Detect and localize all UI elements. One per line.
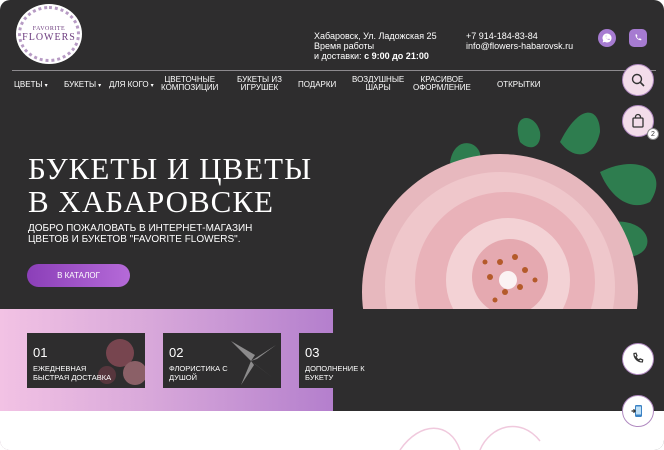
phone-link[interactable]: +7 914-184-83-84: [466, 31, 573, 41]
feature-text-line1: Ежедневная: [33, 364, 87, 373]
contacts: +7 914-184-83-84 info@flowers-habarovsk.…: [466, 31, 573, 51]
page: FAVORITE FLOWERS Хабаровск, Ул. Ладожска…: [0, 0, 664, 450]
next-section-strip: [0, 411, 664, 450]
chevron-down-icon: ▾: [98, 83, 102, 89]
nav-item-balloons[interactable]: Воздушные шары: [352, 76, 404, 92]
nav-item-decoration[interactable]: Красивое оформление: [413, 76, 471, 92]
email-link[interactable]: info@flowers-habarovsk.ru: [466, 41, 573, 51]
logo-wreath: [18, 6, 80, 62]
nav-label: Для кого: [109, 80, 149, 89]
store-info: Хабаровск, Ул. Ладожская 25 Время работы…: [314, 31, 437, 61]
feature-number: 03: [305, 345, 320, 360]
feature-text-line2: быстрая доставка: [33, 373, 112, 382]
hero-subtitle-line2: ЦВЕТОВ И БУКЕТОВ "FAVORITE FLOWERS".: [28, 234, 241, 245]
feature-number: 01: [33, 345, 48, 360]
feature-card-floristry: 02 Флористика с душой: [163, 333, 281, 388]
chevron-down-icon: ▾: [44, 83, 48, 89]
nav-item-cards[interactable]: Открытки: [497, 81, 540, 89]
catalog-button[interactable]: В каталог: [27, 264, 130, 287]
mobile-phone-icon: [631, 405, 642, 417]
hours-value: с 9:00 до 21:00: [364, 51, 429, 61]
flower-sketch-decoration: [399, 425, 541, 450]
nav-label: Подарки: [298, 80, 337, 89]
callback-button[interactable]: [622, 343, 654, 375]
nav-label: шары: [365, 83, 391, 92]
feature-text-line2: душой: [169, 373, 198, 382]
hero-subtitle-line1: ДОБРО ПОЖАЛОВАТЬ В ИНТЕРНЕТ-МАГАЗИН: [28, 223, 253, 234]
feature-text-line1: Дополнение к: [305, 364, 365, 373]
nav-item-toy-bouquets[interactable]: Букеты из игрушек: [237, 76, 282, 92]
nav-label: Цветы: [14, 80, 43, 89]
hours-label: Время работы: [314, 41, 375, 51]
store-address: Хабаровск, Ул. Ладожская 25: [314, 31, 437, 41]
feature-text: Флористика с душой: [169, 364, 228, 382]
site-logo[interactable]: FAVORITE FLOWERS: [16, 4, 82, 64]
hero-title-line1: БУКЕТЫ И ЦВЕТЫ: [28, 151, 313, 186]
hours-label-2: и доставки:: [314, 51, 362, 61]
nav-item-flowers[interactable]: Цветы ▾: [14, 81, 48, 90]
nav-label: Открытки: [497, 80, 541, 89]
nav-item-gifts[interactable]: Подарки: [298, 81, 336, 89]
nav-label: Букеты: [64, 80, 97, 89]
chevron-down-icon: ▾: [150, 83, 154, 89]
search-icon: [631, 73, 645, 87]
feature-text-line2: букету: [305, 373, 334, 382]
nav-label: оформление: [413, 83, 471, 92]
feature-text: Дополнение к букету: [305, 364, 365, 382]
viber-icon[interactable]: [598, 29, 616, 47]
viber-chat-icon[interactable]: [629, 29, 647, 47]
hero-title-line2: В ХАБАРОВСКЕ: [28, 184, 274, 219]
hero-title: БУКЕТЫ И ЦВЕТЫ В ХАБАРОВСКЕ: [28, 152, 312, 218]
nav-item-bouquets[interactable]: Букеты ▾: [64, 81, 101, 90]
feature-number: 02: [169, 345, 184, 360]
lily-image: [231, 341, 276, 385]
mobile-contact-button[interactable]: [622, 395, 654, 427]
feature-card-extras: 03 Дополнение к букету: [299, 333, 417, 388]
phone-icon: [633, 352, 644, 363]
nav-item-compositions[interactable]: Цветочные композиции: [161, 76, 218, 92]
hero-subtitle: ДОБРО ПОЖАЛОВАТЬ В ИНТЕРНЕТ-МАГАЗИН ЦВЕТ…: [28, 223, 252, 245]
nav-label: композиции: [161, 83, 219, 92]
nav-item-for-whom[interactable]: Для кого ▾: [109, 81, 154, 90]
feature-text-line1: Флористика с: [169, 364, 228, 373]
feature-text: Ежедневная быстрая доставка: [33, 364, 111, 382]
header-divider: [12, 70, 656, 71]
main-nav: Цветы ▾ Букеты ▾ Для кого ▾ Цветочные композ…: [0, 76, 620, 96]
feature-card-delivery: 01 Ежедневная быстрая доставка: [27, 333, 145, 388]
search-button[interactable]: [622, 64, 654, 96]
nav-label: игрушек: [240, 83, 279, 92]
